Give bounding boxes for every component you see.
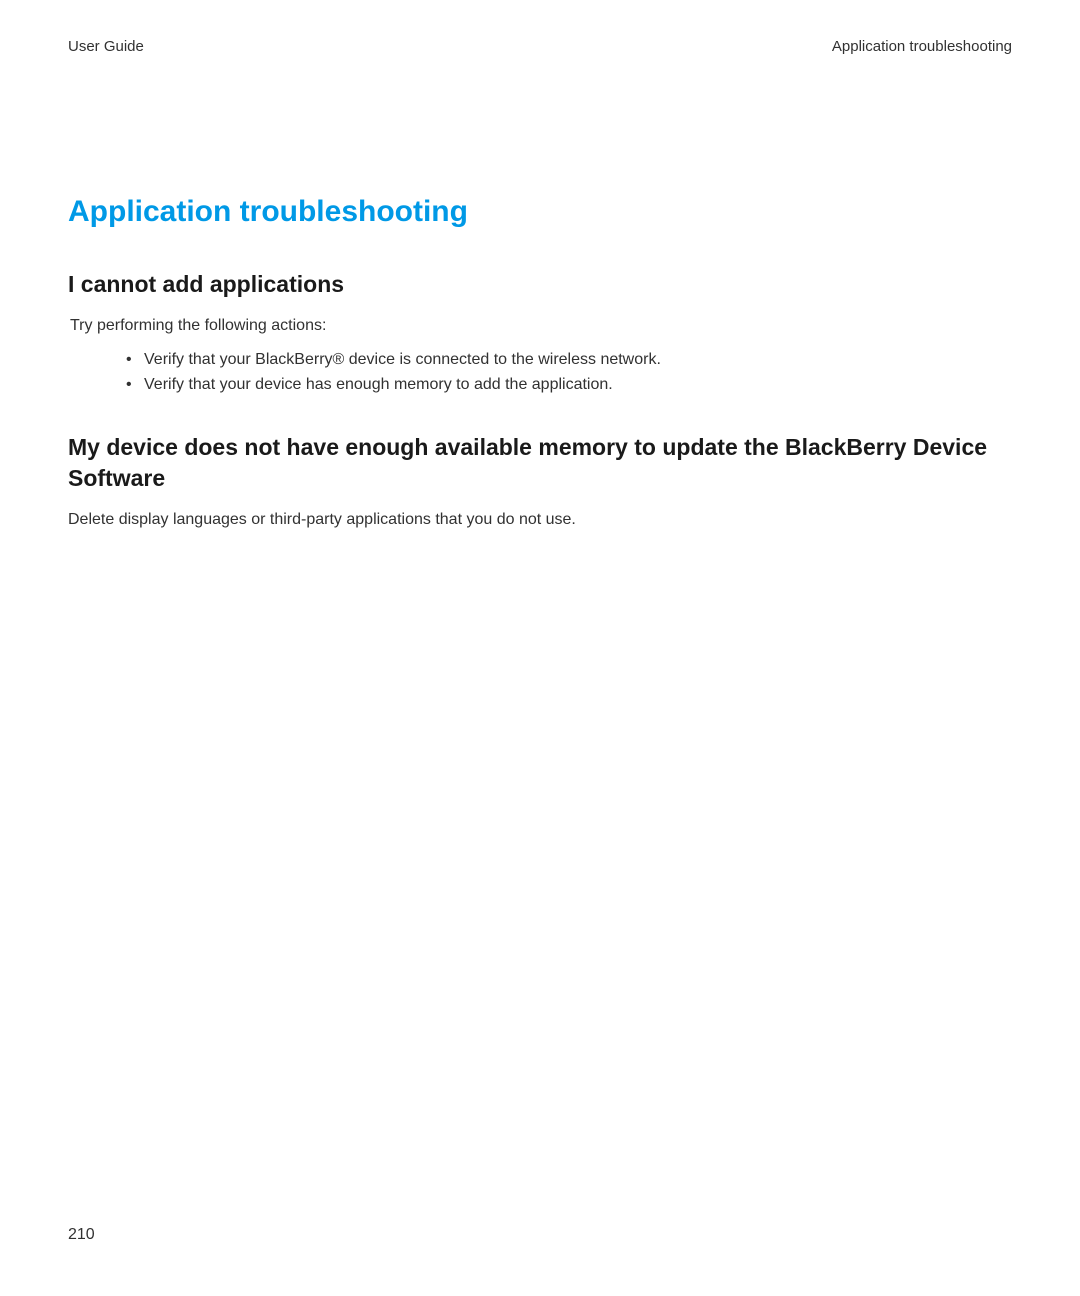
section-intro-text: Try performing the following actions: [70,314,1012,338]
page-title: Application troubleshooting [68,195,1012,229]
page-header: User Guide Application troubleshooting [68,38,1012,55]
troubleshoot-bullet-list: Verify that your BlackBerry® device is c… [126,348,1012,398]
section-heading-memory: My device does not have enough available… [68,432,1012,494]
page-number: 210 [68,1226,95,1244]
list-item: Verify that your device has enough memor… [126,373,1012,398]
header-right: Application troubleshooting [832,38,1012,55]
list-item: Verify that your BlackBerry® device is c… [126,348,1012,373]
header-left: User Guide [68,38,144,55]
section-heading-cannot-add: I cannot add applications [68,269,1012,300]
section-body-memory: Delete display languages or third-party … [68,508,1012,532]
